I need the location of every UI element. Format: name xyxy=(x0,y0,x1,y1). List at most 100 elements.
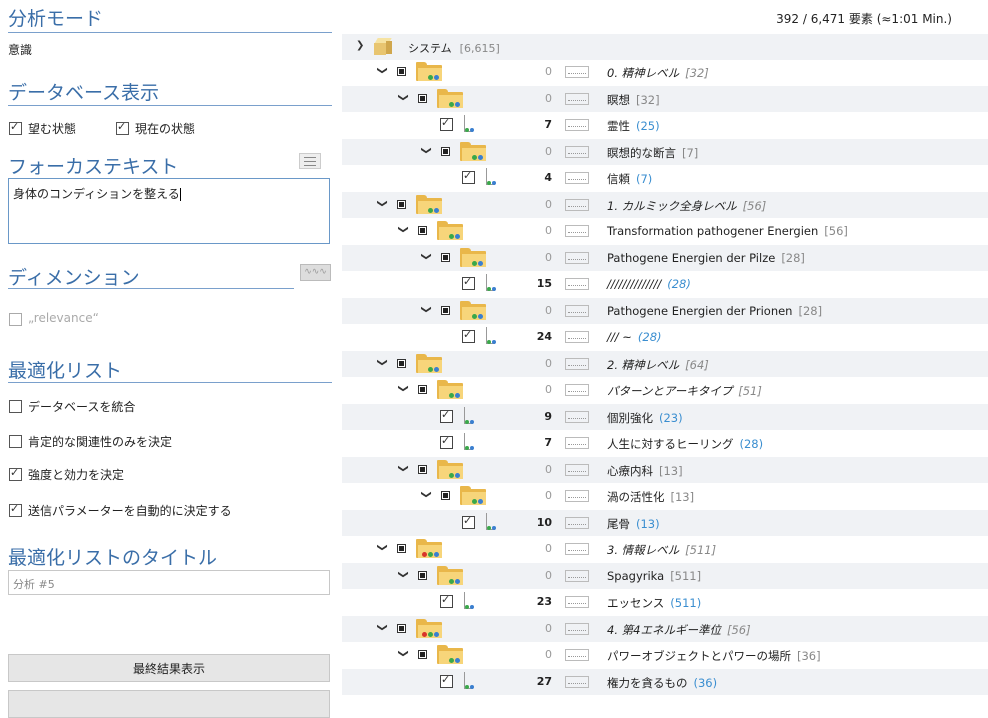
partial-checkbox[interactable] xyxy=(397,358,406,368)
partial-checkbox[interactable] xyxy=(418,93,427,103)
waveform-icon[interactable] xyxy=(565,410,589,423)
tree-leaf-row[interactable]: 9 個別強化(23) xyxy=(342,403,988,430)
waveform-icon[interactable] xyxy=(565,357,589,370)
partial-checkbox[interactable] xyxy=(418,570,427,580)
partial-checkbox[interactable] xyxy=(441,491,450,500)
partial-checkbox[interactable] xyxy=(397,544,406,553)
chevron-down-icon[interactable]: ❯ xyxy=(421,252,432,260)
partial-checkbox[interactable] xyxy=(441,146,450,156)
tree-folder-row[interactable]: ❯ 0 Pathogene Energien der Pilze [28] xyxy=(342,244,988,271)
leaf-checkbox[interactable] xyxy=(462,275,475,290)
waveform-icon[interactable] xyxy=(565,225,589,237)
partial-checkbox[interactable] xyxy=(418,650,427,659)
tree-leaf-row[interactable]: 7 人生に対するヒーリング(28) xyxy=(342,430,988,456)
waveform-icon[interactable] xyxy=(565,172,589,184)
tree-folder-row[interactable]: ❯ 0 1. カルミック全身レベル [56] xyxy=(342,191,988,218)
tree-folder-row[interactable]: ❯ 0 Transformation pathogener Energien [56] xyxy=(342,218,988,244)
leaf-checkbox[interactable] xyxy=(462,514,475,529)
chevron-down-icon[interactable]: ❯ xyxy=(377,358,388,366)
chevron-down-icon[interactable]: ❯ xyxy=(398,570,409,578)
tree-folder-row[interactable]: ❯ 0 Spagyrika [511] xyxy=(342,562,988,589)
chevron-down-icon[interactable]: ❯ xyxy=(398,384,409,392)
tree-leaf-row[interactable]: 10 尾骨(13) xyxy=(342,509,988,536)
chevron-down-icon[interactable]: ❯ xyxy=(398,93,409,101)
relevance-checkbox[interactable] xyxy=(9,313,22,326)
secondary-button[interactable] xyxy=(8,690,330,718)
list-title-input[interactable]: 分析 #5 xyxy=(8,570,330,595)
tree-leaf-row[interactable]: 15 //////////////(28) xyxy=(342,271,988,297)
tree-root-row[interactable]: ❯ システム [6,615] xyxy=(342,34,988,60)
partial-checkbox[interactable] xyxy=(397,623,406,633)
waveform-icon[interactable] xyxy=(565,331,589,343)
tree-folder-row[interactable]: ❯ 0 パワーオブジェクトとパワーの場所 [36] xyxy=(342,642,988,668)
leaf-checkbox[interactable] xyxy=(440,408,453,423)
tree-folder-row[interactable]: ❯ 0 渦の活性化 [13] xyxy=(342,483,988,509)
leaf-checkbox[interactable] xyxy=(462,328,475,343)
option-checkbox[interactable] xyxy=(9,400,22,413)
tree-folder-row[interactable]: ❯ 0 パターンとアーキタイプ [51] xyxy=(342,377,988,403)
chevron-down-icon[interactable]: ❯ xyxy=(377,543,388,551)
waveform-icon[interactable] xyxy=(565,490,589,502)
waveform-icon[interactable] xyxy=(565,649,589,661)
chevron-down-icon[interactable]: ❯ xyxy=(398,464,409,472)
show-final-result-button[interactable]: 最終結果表示 xyxy=(8,654,330,682)
partial-checkbox[interactable] xyxy=(418,385,427,394)
tree-folder-row[interactable]: ❯ 0 瞑想 [32] xyxy=(342,85,988,112)
waveform-icon[interactable] xyxy=(565,463,589,476)
tree-folder-row[interactable]: ❯ 0 Pathogene Energien der Prionen [28] xyxy=(342,297,988,324)
focus-text-field[interactable]: 身体のコンディションを整える xyxy=(8,178,330,244)
waveform-icon[interactable] xyxy=(565,145,589,158)
chevron-down-icon[interactable]: ❯ xyxy=(421,146,432,154)
list-icon[interactable] xyxy=(299,153,321,169)
chevron-down-icon[interactable]: ❯ xyxy=(377,66,388,74)
waveform-icon[interactable] xyxy=(565,516,589,529)
waveform-icon[interactable] xyxy=(565,569,589,582)
chevron-down-icon[interactable]: ❯ xyxy=(398,649,409,657)
leaf-checkbox[interactable] xyxy=(440,434,453,449)
waveform-icon[interactable] xyxy=(565,198,589,211)
waveform-icon[interactable] xyxy=(565,596,589,608)
option-checkbox[interactable] xyxy=(9,466,22,481)
chevron-down-icon[interactable]: ❯ xyxy=(377,623,388,631)
waveform-icon[interactable] xyxy=(565,437,589,449)
chevron-down-icon[interactable]: ❯ xyxy=(421,490,432,498)
partial-checkbox[interactable] xyxy=(418,226,427,235)
chevron-down-icon[interactable]: ❯ xyxy=(356,40,364,51)
waveform-icon[interactable] xyxy=(565,278,589,290)
waveform-icon[interactable] xyxy=(565,92,589,105)
tree-leaf-row[interactable]: 7 霊性(25) xyxy=(342,112,988,138)
partial-checkbox[interactable] xyxy=(441,252,450,262)
tree-folder-row[interactable]: ❯ 0 3. 情報レベル [511] xyxy=(342,536,988,562)
chevron-down-icon[interactable]: ❯ xyxy=(398,225,409,233)
waveform-icon[interactable] xyxy=(565,384,589,396)
tree-leaf-row[interactable]: 23 エッセンス(511) xyxy=(342,589,988,615)
tree-leaf-row[interactable]: 24 /// ~(28) xyxy=(342,324,988,350)
leaf-checkbox[interactable] xyxy=(462,169,475,184)
waveform-icon[interactable] xyxy=(565,304,589,317)
option-checkbox[interactable] xyxy=(9,435,22,448)
tree-folder-row[interactable]: ❯ 0 2. 精神レベル [64] xyxy=(342,350,988,377)
waveform-icon[interactable]: ∿∿∿ xyxy=(300,264,331,281)
partial-checkbox[interactable] xyxy=(441,305,450,315)
tree-folder-row[interactable]: ❯ 0 4. 第4エネルギー準位 [56] xyxy=(342,615,988,642)
leaf-checkbox[interactable] xyxy=(440,593,453,608)
partial-checkbox[interactable] xyxy=(397,199,406,209)
tree-folder-row[interactable]: ❯ 0 瞑想的な断言 [7] xyxy=(342,138,988,165)
current-state-checkbox[interactable] xyxy=(116,120,129,135)
waveform-icon[interactable] xyxy=(565,675,589,688)
waveform-icon[interactable] xyxy=(565,66,589,78)
option-checkbox[interactable] xyxy=(9,502,22,517)
chevron-down-icon[interactable]: ❯ xyxy=(421,305,432,313)
partial-checkbox[interactable] xyxy=(397,67,406,76)
desired-state-checkbox[interactable] xyxy=(9,120,22,135)
leaf-checkbox[interactable] xyxy=(440,116,453,131)
waveform-icon[interactable] xyxy=(565,622,589,635)
waveform-icon[interactable] xyxy=(565,251,589,264)
analysis-mode-value[interactable]: 意識 xyxy=(8,41,32,58)
chevron-down-icon[interactable]: ❯ xyxy=(377,199,388,207)
partial-checkbox[interactable] xyxy=(418,464,427,474)
tree-leaf-row[interactable]: 27 権力を貪るもの(36) xyxy=(342,668,988,695)
waveform-icon[interactable] xyxy=(565,119,589,131)
leaf-checkbox[interactable] xyxy=(440,673,453,688)
tree-leaf-row[interactable]: 4 信頼(7) xyxy=(342,165,988,191)
